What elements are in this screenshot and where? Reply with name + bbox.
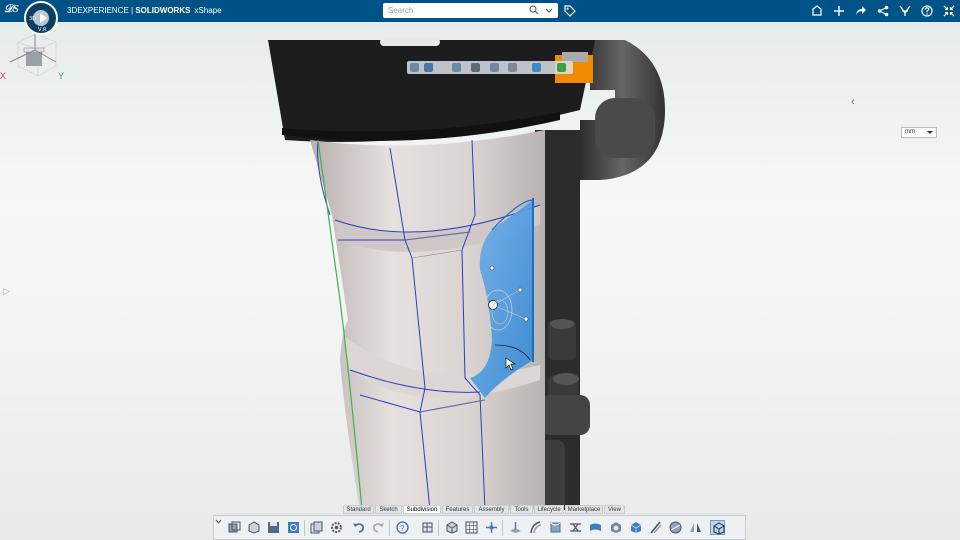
tab-lifecycle[interactable]: Lifecycle	[534, 505, 564, 514]
top-band	[268, 38, 595, 142]
hud-render-icon[interactable]	[490, 63, 499, 72]
3d-viewport[interactable]: ‹ ▷ Z X Y mm	[0, 22, 960, 540]
units-dropdown[interactable]: mm	[901, 127, 937, 138]
hud-section-icon[interactable]	[471, 63, 480, 72]
svg-text:?: ?	[400, 524, 405, 533]
axis-y-label: Y	[58, 71, 64, 81]
axis-x-label: X	[0, 71, 6, 81]
tab-marketplace[interactable]: Marketplace	[565, 505, 603, 514]
primitive-cube-icon[interactable]	[444, 520, 459, 535]
toolbar-separator	[438, 520, 439, 536]
refresh-icon[interactable]	[286, 520, 301, 535]
hud-cube-icon[interactable]	[532, 63, 541, 72]
compass-action-icon[interactable]	[811, 5, 823, 17]
top-bar: 𝒟S 3DEXPERIENCE | SOLIDWORKS xShape	[0, 0, 960, 22]
solid-cube-icon[interactable]	[628, 520, 643, 535]
subdivision-box-icon[interactable]	[710, 520, 725, 535]
grid-plane-icon[interactable]	[464, 520, 479, 535]
units-value: mm	[905, 129, 915, 135]
tab-sketch[interactable]: Sketch	[375, 505, 402, 514]
tab-features[interactable]: Features	[442, 505, 473, 514]
chevron-down-icon	[927, 131, 933, 134]
tab-assembly[interactable]: Assembly	[474, 505, 509, 514]
collapse-icon[interactable]	[943, 5, 955, 17]
hud-display-icon[interactable]	[508, 63, 517, 72]
action-bar: ?	[213, 515, 746, 540]
search-box[interactable]	[383, 3, 558, 18]
brand-product: SOLIDWORKS	[135, 6, 191, 15]
tab-subdivision[interactable]: Subdivision	[403, 505, 441, 514]
share-icon[interactable]	[877, 5, 889, 17]
mirror-icon[interactable]	[688, 520, 703, 535]
surface-patch-icon[interactable]	[588, 520, 603, 535]
sphere-icon[interactable]	[668, 520, 683, 535]
brand-title: 3DEXPERIENCE | SOLIDWORKS xShape	[67, 6, 222, 15]
forward-icon[interactable]	[855, 5, 867, 17]
settings-gear-icon[interactable]	[329, 520, 344, 535]
tab-standard[interactable]: Standard	[343, 505, 374, 514]
toolbar-separator	[304, 520, 305, 536]
play-icon	[40, 13, 47, 23]
undo-icon[interactable]	[351, 520, 366, 535]
hud-zoom-icon[interactable]	[410, 63, 419, 72]
compass-button[interactable]: 3D V,R	[24, 1, 58, 35]
edge-icon[interactable]	[648, 520, 663, 535]
box-icon[interactable]	[420, 520, 435, 535]
move-vertices-icon[interactable]	[484, 520, 499, 535]
extrude-icon[interactable]	[508, 520, 523, 535]
sweep-icon[interactable]	[528, 520, 543, 535]
select-tool-icon[interactable]	[227, 520, 242, 535]
chevron-down-icon[interactable]	[545, 7, 553, 15]
add-icon[interactable]	[833, 5, 845, 17]
toolbar-separator	[389, 520, 390, 536]
tag-icon[interactable]	[564, 5, 576, 17]
brand-prefix: 3DEXPERIENCE	[67, 6, 129, 15]
hud-grid-icon[interactable]	[557, 63, 566, 72]
redo-icon[interactable]	[371, 520, 386, 535]
help-circle-icon[interactable]: ?	[395, 520, 410, 535]
tools-icon[interactable]	[899, 5, 911, 17]
copy-icon[interactable]	[309, 520, 324, 535]
toolbar-separator	[502, 520, 503, 536]
left-panel-expand-icon[interactable]: ▷	[3, 286, 10, 297]
ds-logo-icon[interactable]: 𝒟S	[4, 3, 20, 19]
tab-tools[interactable]: Tools	[510, 505, 533, 514]
panel-collapse-chevron-icon[interactable]: ‹	[851, 96, 855, 108]
model-scene[interactable]	[0, 22, 960, 540]
part-icon[interactable]	[246, 520, 261, 535]
help-icon[interactable]	[921, 5, 933, 17]
shell-icon[interactable]	[608, 520, 623, 535]
app-name: xShape	[194, 6, 222, 15]
search-input[interactable]	[388, 5, 518, 16]
loft-icon[interactable]	[548, 520, 563, 535]
save-icon[interactable]	[266, 520, 281, 535]
search-icon[interactable]	[529, 5, 539, 15]
bridge-icon[interactable]	[568, 520, 583, 535]
tab-view[interactable]: View	[604, 505, 625, 514]
chevron-down-icon[interactable]	[215, 518, 222, 525]
compass-label-vr: V,R	[38, 27, 47, 33]
hud-sphere-icon[interactable]	[424, 63, 433, 72]
compass-label-3d: 3D	[29, 16, 37, 22]
viewport-hud	[407, 61, 573, 74]
hud-fit-icon[interactable]	[452, 63, 461, 72]
